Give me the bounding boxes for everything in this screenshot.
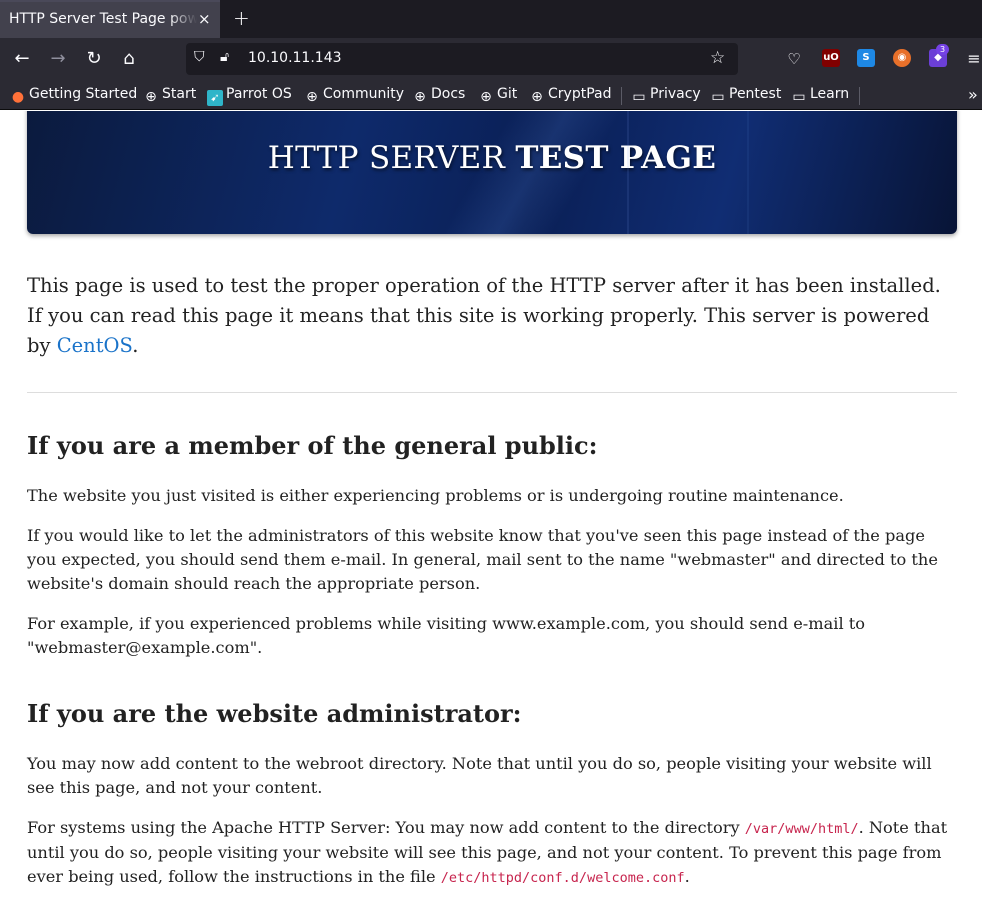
public-paragraph-2: If you would like to let the administrat… [27, 526, 938, 593]
active-tab[interactable]: HTTP Server Test Page powered by CentOS … [0, 0, 220, 38]
extension-s-icon[interactable]: S [857, 49, 875, 67]
globe-icon: ⊕ [480, 89, 492, 105]
globe-icon: ⊕ [531, 89, 543, 105]
divider [27, 392, 957, 393]
parrot-icon: ➹ [207, 90, 223, 106]
public-paragraph-1: The website you just visited is either e… [27, 486, 844, 505]
address-bar[interactable]: ⛉ 🔓︎ 10.10.11.143 ☆ [186, 43, 738, 75]
tab-bar: HTTP Server Test Page powered by CentOS … [0, 0, 982, 38]
globe-icon: ⊕ [145, 89, 157, 105]
public-paragraph-3: For example, if you experienced problems… [27, 614, 866, 657]
bookmark-folder-privacy[interactable]: ▭ Privacy [631, 86, 700, 105]
insecure-lock-icon[interactable]: 🔓︎ [220, 49, 229, 65]
admin-heading: If you are the website administrator: [27, 699, 522, 728]
firefox-icon: ● [11, 89, 25, 105]
bookmark-getting-started[interactable]: ● Getting Started [10, 86, 137, 105]
new-tab-button[interactable]: + [233, 6, 250, 30]
header-banner: HTTP SERVER TEST PAGE [27, 111, 957, 234]
admin-paragraph-1: You may now add content to the webroot d… [27, 754, 932, 797]
url-text[interactable]: 10.10.11.143 [248, 50, 342, 66]
extension-badge: 3 [936, 44, 949, 55]
bookmark-git[interactable]: ⊕ Git [478, 86, 517, 105]
bookmark-separator [859, 87, 860, 105]
centos-link[interactable]: CentOS [57, 334, 133, 357]
folder-icon: ▭ [792, 89, 806, 105]
ublock-icon[interactable]: uO [822, 49, 840, 67]
reload-icon[interactable]: ↻ [82, 47, 106, 71]
folder-icon: ▭ [632, 89, 646, 105]
navigation-toolbar: ← → ↻ ⌂ ⛉ 🔓︎ 10.10.11.143 ☆ ♡ uO S ◉ ◆ 3… [0, 38, 982, 80]
tab-title: HTTP Server Test Page powered by CentOS [9, 11, 197, 27]
intro-paragraph: This page is used to test the proper ope… [27, 274, 941, 357]
webroot-path: /var/www/html/ [744, 821, 859, 837]
back-icon[interactable]: ← [10, 47, 34, 71]
bookmark-docs[interactable]: ⊕ Docs [412, 86, 465, 105]
globe-icon: ⊕ [414, 89, 426, 105]
bookmarks-toolbar: ● Getting Started ⊕ Start ➹ Parrot OS ⊕ Comm… [0, 80, 982, 110]
extension-cookie-icon[interactable]: ◉ [893, 49, 911, 67]
pocket-icon[interactable]: ♡ [782, 47, 806, 71]
bookmark-parrot-os[interactable]: ➹ Parrot OS [207, 86, 292, 106]
page-title: HTTP SERVER TEST PAGE [267, 140, 717, 176]
bookmark-start[interactable]: ⊕ Start [143, 86, 196, 105]
shield-icon[interactable]: ⛉ [194, 49, 205, 65]
chevron-more-icon[interactable]: » [968, 85, 978, 104]
tab-close-icon[interactable]: × [198, 10, 211, 28]
globe-icon: ⊕ [306, 89, 318, 105]
forward-icon[interactable]: → [46, 47, 70, 71]
bookmark-folder-pentest[interactable]: ▭ Pentest [710, 86, 781, 105]
home-icon[interactable]: ⌂ [117, 47, 141, 71]
folder-icon: ▭ [711, 89, 725, 105]
welcome-conf-path: /etc/httpd/conf.d/welcome.conf [440, 870, 685, 886]
menu-icon[interactable]: ≡ [962, 47, 982, 71]
bookmark-community[interactable]: ⊕ Community [304, 86, 404, 105]
public-heading: If you are a member of the general publi… [27, 431, 598, 460]
bookmark-separator [621, 87, 622, 105]
page-content: HTTP SERVER TEST PAGE This page is used … [0, 111, 982, 908]
bookmark-folder-learn[interactable]: ▭ Learn [791, 86, 849, 105]
bookmark-cryptpad[interactable]: ⊕ CryptPad [529, 86, 611, 105]
bookmark-star-icon[interactable]: ☆ [710, 48, 725, 68]
admin-paragraph-2: For systems using the Apache HTTP Server… [27, 818, 948, 886]
